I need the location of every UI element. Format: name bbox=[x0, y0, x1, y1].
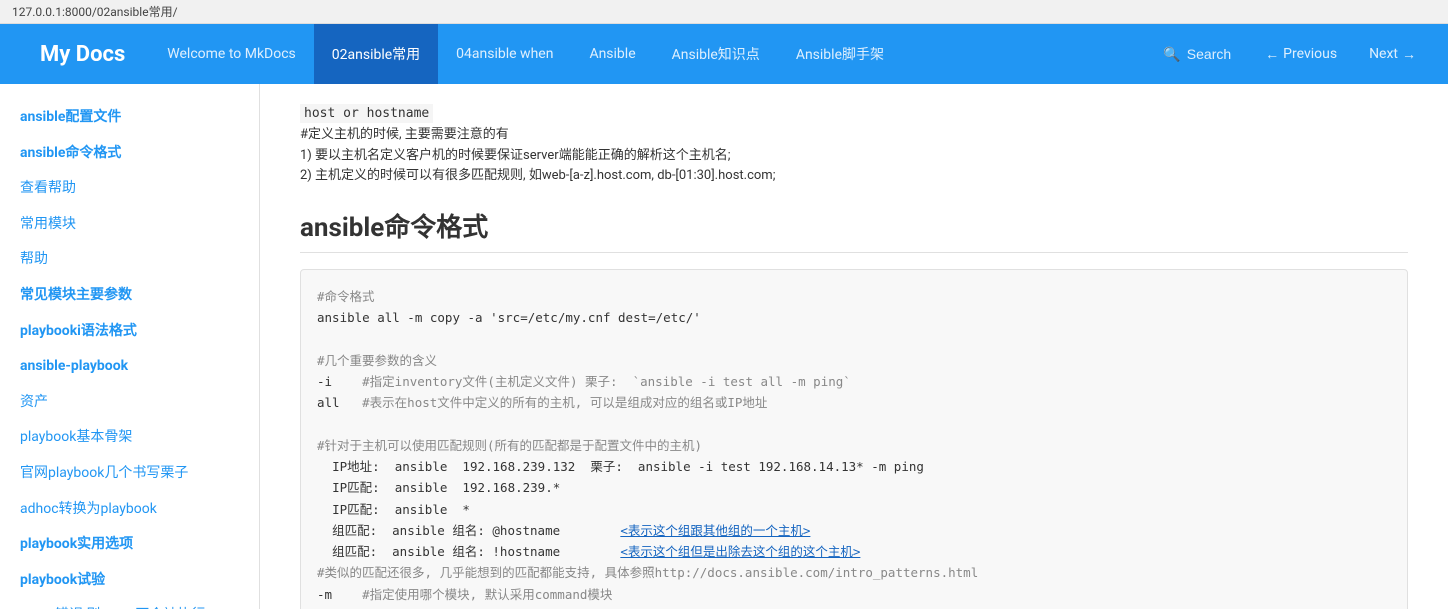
search-button[interactable]: 🔍 Search bbox=[1145, 24, 1249, 84]
nav-02ansible[interactable]: 02ansible常用 bbox=[314, 24, 438, 84]
address-url: 127.0.0.1:8000/02ansible常用/ bbox=[12, 3, 178, 20]
sidebar: ansible配置文件 ansible命令格式 查看帮助 常用模块 帮助 常见模… bbox=[0, 84, 260, 609]
nav-04ansible[interactable]: 04ansible when bbox=[438, 24, 571, 84]
code-block-cmdformat: #命令格式 ansible all -m copy -a 'src=/etc/m… bbox=[300, 269, 1408, 609]
sidebar-item-help[interactable]: 查看帮助 bbox=[0, 171, 259, 207]
nav-welcome[interactable]: Welcome to MkDocs bbox=[149, 24, 313, 84]
nav-right-group: 🔍 Search ← Previous Next → bbox=[1145, 24, 1432, 84]
hostname-section: host or hostname #定义主机的时候, 主要需要注意的有 1) 要… bbox=[300, 104, 1408, 187]
sidebar-item-config[interactable]: ansible配置文件 bbox=[0, 100, 259, 136]
hostname-line1: host or hostname bbox=[300, 104, 1408, 125]
sidebar-item-playbook-test[interactable]: playbook试验 bbox=[0, 563, 259, 599]
nav-knowledge[interactable]: Ansible知识点 bbox=[654, 24, 778, 84]
search-icon: 🔍 bbox=[1163, 46, 1180, 63]
brand-logo[interactable]: My Docs bbox=[16, 42, 149, 67]
hostname-item2: 2) 主机定义的时候可以有很多匹配规则, 如web-[a-z].host.com… bbox=[300, 166, 1408, 187]
sidebar-item-adhoc-to-playbook[interactable]: adhoc转换为playbook bbox=[0, 492, 259, 528]
prev-label: Previous bbox=[1283, 46, 1337, 62]
sidebar-item-official-examples[interactable]: 官网playbook几个书写栗子 bbox=[0, 456, 259, 492]
main-content: host or hostname #定义主机的时候, 主要需要注意的有 1) 要… bbox=[260, 84, 1448, 609]
sidebar-item-playbook-options[interactable]: playbook实用选项 bbox=[0, 527, 259, 563]
navbar: My Docs Welcome to MkDocs 02ansible常用 04… bbox=[0, 24, 1448, 84]
hostname-item1: 1) 要以主机名定义客户机的时候要保证server端能能正确的解析这个主机名; bbox=[300, 146, 1408, 167]
sidebar-item-modparams[interactable]: 常见模块主要参数 bbox=[0, 278, 259, 314]
hostname-desc: #定义主机的时候, 主要需要注意的有 bbox=[300, 125, 1408, 146]
search-label: Search bbox=[1187, 46, 1231, 62]
sidebar-item-modules[interactable]: 常用模块 bbox=[0, 207, 259, 243]
nav-scaffold[interactable]: Ansible脚手架 bbox=[778, 24, 902, 84]
sidebar-item-step1-error[interactable]: step1错误 则step2不会被执行 bbox=[0, 598, 259, 609]
sidebar-item-playbook-skeleton[interactable]: playbook基本骨架 bbox=[0, 420, 259, 456]
sidebar-item-ansible-playbook[interactable]: ansible-playbook bbox=[0, 349, 259, 385]
address-bar: 127.0.0.1:8000/02ansible常用/ bbox=[0, 0, 1448, 24]
right-arrow-icon: → bbox=[1402, 46, 1416, 63]
nav-ansible[interactable]: Ansible bbox=[571, 24, 653, 84]
sidebar-item-assets[interactable]: 资产 bbox=[0, 385, 259, 421]
prev-button[interactable]: ← Previous bbox=[1249, 24, 1353, 84]
sidebar-item-cmdformat[interactable]: ansible命令格式 bbox=[0, 136, 259, 172]
next-label: Next bbox=[1369, 46, 1398, 62]
sidebar-item-playbook-syntax[interactable]: playbooki语法格式 bbox=[0, 314, 259, 350]
next-button[interactable]: Next → bbox=[1353, 24, 1432, 84]
section-heading-cmdformat: ansible命令格式 bbox=[300, 207, 1408, 253]
left-arrow-icon: ← bbox=[1265, 46, 1279, 63]
sidebar-item-bangzhu[interactable]: 帮助 bbox=[0, 242, 259, 278]
main-layout: ansible配置文件 ansible命令格式 查看帮助 常用模块 帮助 常见模… bbox=[0, 84, 1448, 609]
hostname-code: host or hostname bbox=[300, 104, 433, 123]
